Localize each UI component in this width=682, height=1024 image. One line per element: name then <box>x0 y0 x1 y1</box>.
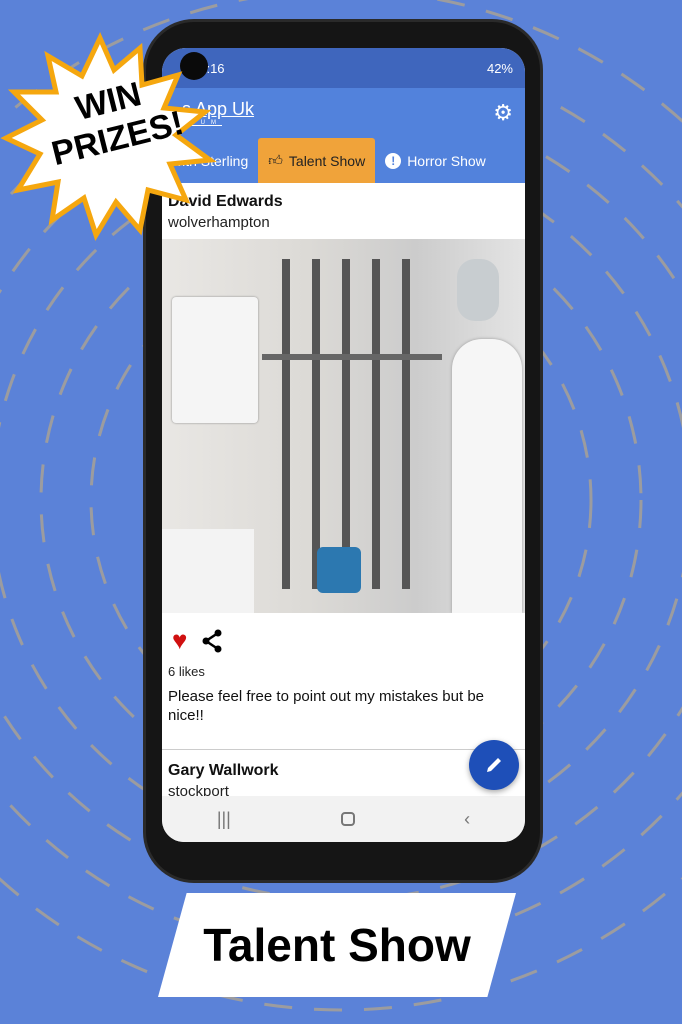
likes-count: 6 likes <box>168 664 205 679</box>
status-battery: 42% <box>486 60 513 76</box>
recents-icon[interactable]: ||| <box>217 809 231 830</box>
post-image[interactable] <box>162 239 525 613</box>
post-divider <box>162 749 525 750</box>
tab-talent-show[interactable]: 👍︎ Talent Show <box>258 138 376 183</box>
back-icon[interactable]: ‹ <box>464 809 470 830</box>
post-location: wolverhampton <box>168 214 270 231</box>
home-icon[interactable] <box>340 812 355 826</box>
post-card: David Edwards wolverhampton ♥ 6 likes Pl… <box>162 183 525 800</box>
promo-banner-text: Talent Show <box>203 919 471 971</box>
thumbs-up-icon: 👍︎ <box>268 152 283 168</box>
pencil-icon <box>487 758 501 772</box>
post-caption: Please feel free to point out my mistake… <box>168 688 485 724</box>
share-icon[interactable] <box>201 629 223 653</box>
post-author[interactable]: Gary Wallwork <box>168 762 519 780</box>
compose-button[interactable] <box>469 740 519 790</box>
tab-horror-show[interactable]: ! Horror Show <box>375 138 496 183</box>
android-nav-bar: ||| ‹ <box>162 796 525 842</box>
heart-icon[interactable]: ♥ <box>172 625 187 656</box>
post-author[interactable]: David Edwards <box>168 193 519 211</box>
exclamation-circle-icon: ! <box>385 152 402 169</box>
settings-gear-icon[interactable]: ⚙ <box>493 100 513 126</box>
